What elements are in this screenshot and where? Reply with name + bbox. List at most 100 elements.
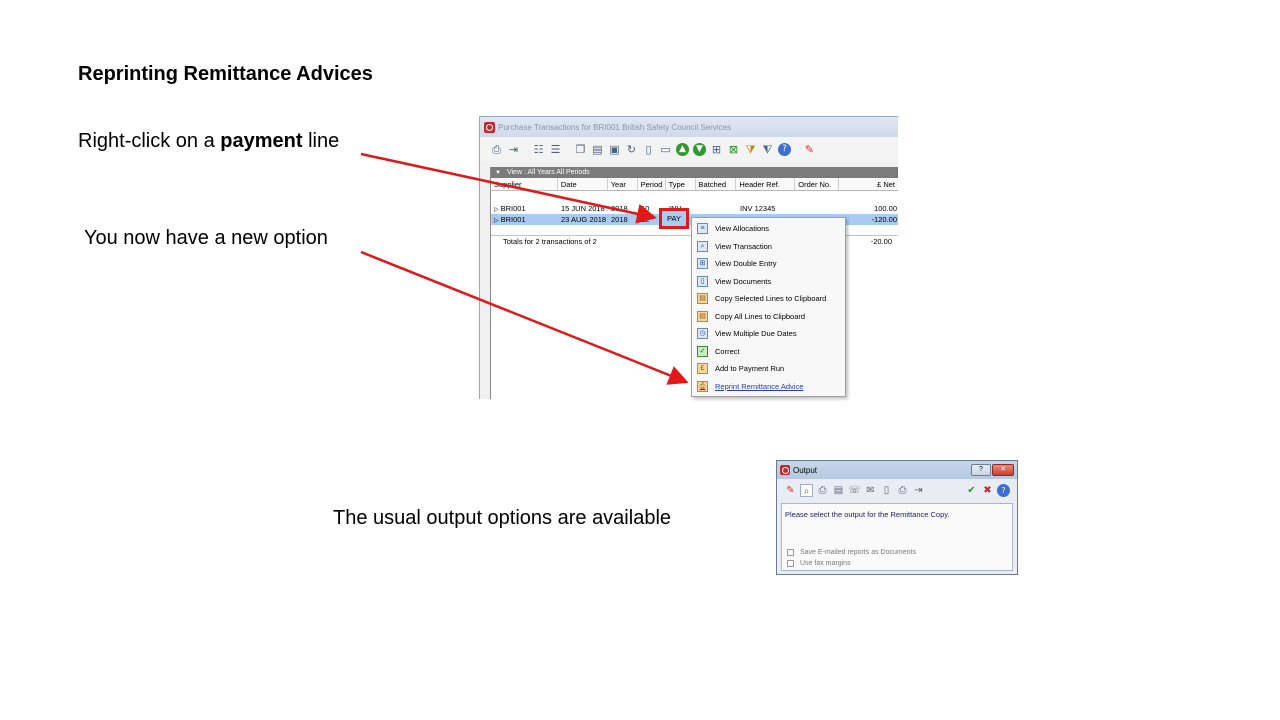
excel-icon[interactable]: ⊠: [727, 143, 740, 156]
save-icon[interactable]: ▣: [608, 143, 621, 156]
refresh-icon[interactable]: ↻: [625, 143, 638, 156]
double-entry-icon: ⊞: [697, 258, 708, 270]
menu-item-view-documents[interactable]: ▯ View Documents: [692, 273, 845, 291]
filter-icon[interactable]: ⧩: [744, 143, 757, 156]
payment-run-icon: £: [697, 363, 708, 375]
cell-date: 23 AUG 2018: [561, 215, 607, 224]
checkbox-box[interactable]: [787, 549, 794, 556]
menu-item-view-transaction[interactable]: ⌕ View Transaction: [692, 238, 845, 256]
file-icon[interactable]: ▤: [832, 484, 845, 497]
list-icon[interactable]: ☰: [549, 143, 562, 156]
col-header-date[interactable]: Date: [558, 178, 608, 190]
context-menu: ≡ View Allocations ⌕ View Transaction ⊞ Vie…: [691, 217, 846, 397]
help-icon[interactable]: ?: [997, 483, 1010, 497]
view-icon[interactable]: ⊞: [710, 143, 723, 156]
filter-clear-icon[interactable]: ⧨: [761, 143, 774, 156]
grid-header: Supplier Date Year Period Type Batched H…: [491, 178, 898, 191]
paste-icon[interactable]: ▤: [591, 143, 604, 156]
arrow-up-green-icon[interactable]: ▲: [676, 142, 689, 156]
menu-item-reprint-remittance[interactable]: ⎙ Reprint Remittance Advice: [692, 378, 845, 396]
output-toolbar: ✎ ⌕ ⎙ ▤ ☏ ✉ ▯ ⎙ ⇥ ✔ ✖ ?: [777, 479, 1017, 501]
view-dropdown-icon[interactable]: ▼: [495, 170, 501, 176]
view-label: View : All Years All Periods: [506, 169, 590, 176]
caption-right-click: Right-click on a payment line: [78, 130, 339, 153]
pin-icon[interactable]: ✎: [784, 484, 797, 497]
pin-icon[interactable]: ✎: [803, 143, 816, 156]
output-message: Please select the output for the Remitta…: [785, 510, 950, 519]
clipboard-all-icon: ▤: [697, 310, 708, 322]
col-header-type[interactable]: Type: [666, 178, 696, 190]
cell-date: 15 JUN 2018: [561, 204, 605, 213]
cell-supplier: ▷ BRI001: [491, 214, 558, 225]
page-icon[interactable]: ▯: [642, 143, 655, 156]
output-dialog: Output ? ✕ ✎ ⌕ ⎙ ▤ ☏ ✉ ▯ ⎙ ⇥ ✔ ✖ ? Pleas…: [776, 460, 1018, 575]
app-logo-icon: [780, 465, 790, 475]
cell-supplier: ▷ BRI001: [491, 203, 558, 214]
printer-setup-icon[interactable]: ⎙: [896, 484, 909, 497]
cell-year: 2018: [611, 215, 628, 224]
documents-icon: ▯: [697, 275, 708, 287]
document-icon[interactable]: ▯: [880, 484, 893, 497]
page-add-icon[interactable]: ▭: [659, 143, 672, 156]
pay-cell-highlight[interactable]: PAY: [659, 208, 689, 229]
export-icon[interactable]: ⇥: [507, 143, 520, 156]
col-header-header-ref[interactable]: Header Ref.: [736, 178, 796, 190]
allocations-icon: ≡: [697, 223, 708, 235]
menu-item-view-double-entry[interactable]: ⊞ View Double Entry: [692, 255, 845, 273]
arrow-down-green-icon[interactable]: ▼: [693, 142, 706, 156]
checkbox-box[interactable]: [787, 560, 794, 567]
caption-prefix: Right-click on a: [78, 130, 221, 152]
col-header-period[interactable]: Period: [638, 178, 666, 190]
menu-item-correct[interactable]: ✓ Correct: [692, 343, 845, 361]
col-header-year[interactable]: Year: [608, 178, 638, 190]
menu-item-copy-all[interactable]: ▤ Copy All Lines to Clipboard: [692, 308, 845, 326]
menu-item-add-payment-run[interactable]: £ Add to Payment Run: [692, 360, 845, 378]
transactions-toolbar: ⎙ ⇥ ☷ ☰ ❐ ▤ ▣ ↻ ▯ ▭ ▲ ▼ ⊞ ⊠ ⧩ ⧨ ? ✎: [480, 137, 898, 161]
caption-output-options: The usual output options are available: [333, 507, 672, 529]
help-button[interactable]: ?: [971, 464, 991, 476]
col-header-supplier[interactable]: Supplier: [491, 178, 558, 190]
copy-icon[interactable]: ❐: [574, 143, 587, 156]
menu-item-copy-selected[interactable]: ▤ Copy Selected Lines to Clipboard: [692, 290, 845, 308]
table-row[interactable]: ▷BRI001 15 JUN 2018 2018 10 INV INV 1234…: [491, 203, 898, 214]
cell-net: -120.00: [871, 215, 897, 224]
fax-icon[interactable]: ☏: [848, 484, 861, 497]
cancel-icon[interactable]: ✖: [981, 484, 994, 497]
col-header-batched[interactable]: Batched: [696, 178, 737, 190]
printer-icon: ⎙: [697, 380, 708, 392]
view-bar[interactable]: ▼ View : All Years All Periods: [491, 167, 898, 178]
printer-icon[interactable]: ⎙: [816, 484, 829, 497]
correct-icon: ✓: [697, 345, 708, 357]
save-emailed-checkbox[interactable]: Save E-mailed reports as Documents: [787, 549, 916, 556]
output-titlebar: Output ? ✕: [777, 461, 1017, 479]
expand-icon[interactable]: ▷: [494, 216, 499, 225]
cell-batched: [696, 203, 737, 214]
menu-item-multiple-due-dates[interactable]: ◷ View Multiple Due Dates: [692, 325, 845, 343]
transactions-title: Purchase Transactions for BRI001 British…: [498, 122, 731, 132]
ok-icon[interactable]: ✔: [965, 484, 978, 497]
output-title: Output: [793, 465, 818, 475]
export-icon[interactable]: ⇥: [912, 484, 925, 497]
email-icon[interactable]: ✉: [864, 484, 877, 497]
cell-order-no: [796, 203, 840, 214]
menu-item-view-allocations[interactable]: ≡ View Allocations: [692, 220, 845, 238]
due-dates-icon: ◷: [697, 328, 708, 340]
app-logo-icon: [484, 121, 495, 133]
help-icon[interactable]: ?: [778, 142, 791, 156]
col-header-order-no[interactable]: Order No.: [795, 178, 840, 190]
cell-year: 2018: [611, 204, 628, 213]
preview-icon[interactable]: ⌕: [800, 483, 813, 497]
fax-margins-checkbox[interactable]: Use fax margins: [787, 560, 851, 567]
close-button[interactable]: ✕: [992, 464, 1014, 476]
columns-icon[interactable]: ☷: [532, 143, 545, 156]
cell-header-ref: INV 12345: [740, 204, 776, 213]
col-header-net[interactable]: £ Net: [839, 178, 898, 190]
print-icon[interactable]: ⎙: [490, 143, 503, 156]
caption-suffix: line: [302, 130, 340, 152]
transactions-titlebar: Purchase Transactions for BRI001 British…: [480, 117, 898, 137]
cell-net: 100.00: [874, 204, 897, 213]
expand-icon[interactable]: ▷: [494, 205, 499, 214]
clipboard-icon: ▤: [697, 293, 708, 305]
output-panel: Please select the output for the Remitta…: [781, 503, 1013, 571]
slide-title: Reprinting Remittance Advices: [78, 63, 373, 85]
